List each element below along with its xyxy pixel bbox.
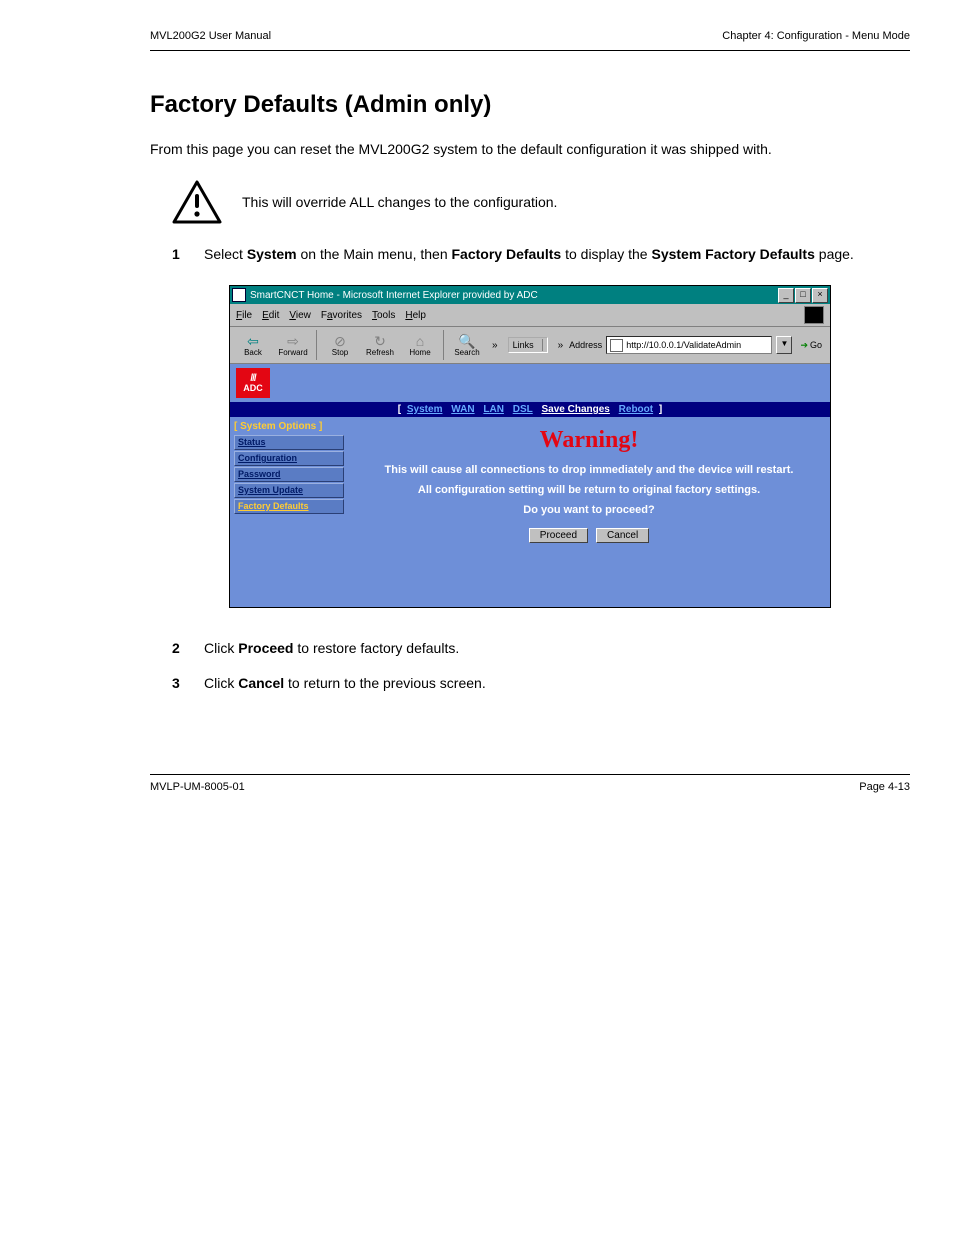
main-panel: Warning! This will cause all connections… [348,417,830,607]
menu-tools[interactable]: Tools [372,310,395,321]
section-title: Factory Defaults (Admin only) [150,91,910,119]
cancel-button[interactable]: Cancel [596,528,649,543]
go-button[interactable]: ➔ Go [796,340,826,351]
warning-heading: Warning! [362,427,816,454]
sidebar-item-status[interactable]: Status [238,437,266,447]
menu-view[interactable]: View [289,310,311,321]
footer-doc-id: MVLP-UM-8005-01 [150,781,245,793]
nav-save-changes[interactable]: Save Changes [542,404,610,415]
step-2: 2 Click Proceed to restore factory defau… [172,638,910,659]
screenshot: SmartCNCT Home - Microsoft Internet Expl… [229,285,831,608]
nav-lan[interactable]: LAN [483,404,504,415]
nav-system[interactable]: System [407,404,443,415]
toolbar-overflow-icon[interactable]: » [488,340,502,351]
step-text: page. [815,246,854,262]
menu-bar: FFileile Edit View Favorites Tools Help [236,310,426,321]
address-dropdown-icon[interactable]: ▼ [776,336,792,354]
header-right: Chapter 4: Configuration - Menu Mode [722,30,910,42]
menu-file[interactable]: FFileile [236,310,252,321]
step-text: on the Main menu, then [297,246,452,262]
close-button[interactable]: × [812,288,828,303]
toolbar: ⇦Back ⇨Forward ⊘Stop ↻Refresh ⌂Home 🔍Sea… [230,327,830,364]
header-rule [150,50,910,51]
refresh-button[interactable]: ↻Refresh [361,329,399,361]
sidebar: [ System Options ] Status Configuration … [230,417,348,607]
footer-rule [150,774,910,775]
links-bar[interactable]: Links [508,337,548,353]
step-number: 3 [172,673,186,694]
step-3: 3 Click Cancel to return to the previous… [172,673,910,694]
sidebar-item-system-update[interactable]: System Update [238,485,303,495]
ie-icon [232,288,246,302]
nav-dsl[interactable]: DSL [513,404,533,415]
maximize-button[interactable]: □ [795,288,811,303]
step-1: 1 Select System on the Main menu, then F… [172,244,910,265]
sidebar-item-factory-defaults[interactable]: Factory Defaults [238,501,309,511]
menu-favorites[interactable]: Favorites [321,310,362,321]
adc-logo: /// ADC [236,368,270,398]
sidebar-item-password[interactable]: Password [238,469,281,479]
window-titlebar: SmartCNCT Home - Microsoft Internet Expl… [230,286,830,304]
minimize-button[interactable]: _ [778,288,794,303]
forward-button[interactable]: ⇨Forward [274,329,312,361]
ie-brand-icon [804,306,824,324]
step-bold: Factory Defaults [452,246,562,262]
step-bold: System Factory Defaults [651,246,814,262]
step-text: to display the [561,246,651,262]
note-text: This will override ALL changes to the co… [242,194,557,210]
header-left: MVL200G2 User Manual [150,30,271,42]
step-text: Click [204,640,238,656]
nav-reboot[interactable]: Reboot [619,404,653,415]
menu-edit[interactable]: Edit [262,310,279,321]
caution-icon [172,180,222,224]
nav-wan[interactable]: WAN [451,404,474,415]
back-button[interactable]: ⇦Back [234,329,272,361]
links-overflow-icon[interactable]: » [554,340,568,351]
address-url: http://10.0.0.1/ValidateAdmin [626,340,741,350]
step-text: Select [204,246,247,262]
step-text: to restore factory defaults. [293,640,459,656]
step-number: 2 [172,638,186,659]
step-bold: Cancel [238,675,284,691]
proceed-button[interactable]: Proceed [529,528,588,543]
warning-line-1: This will cause all connections to drop … [362,464,816,476]
step-number: 1 [172,244,186,265]
footer-page-number: Page 4-13 [859,781,910,793]
sidebar-item-configuration[interactable]: Configuration [238,453,297,463]
stop-button[interactable]: ⊘Stop [321,329,359,361]
sidebar-heading: [ System Options ] [234,421,344,432]
window-title: SmartCNCT Home - Microsoft Internet Expl… [250,290,538,301]
intro-text: From this page you can reset the MVL200G… [150,139,910,160]
page-icon [610,339,623,352]
step-text: to return to the previous screen. [284,675,486,691]
step-text: Click [204,675,238,691]
top-nav: [ System WAN LAN DSL Save Changes Reboot… [230,402,830,417]
toolbar-separator [443,330,444,360]
menu-help[interactable]: Help [405,310,426,321]
toolbar-separator [316,330,317,360]
address-label: Address [569,340,602,350]
go-icon: ➔ [800,340,808,351]
step-bold: Proceed [238,640,293,656]
warning-line-3: Do you want to proceed? [362,504,816,516]
home-button[interactable]: ⌂Home [401,329,439,361]
warning-line-2: All configuration setting will be return… [362,484,816,496]
address-field[interactable]: http://10.0.0.1/ValidateAdmin [606,336,772,354]
step-bold: System [247,246,297,262]
search-button[interactable]: 🔍Search [448,329,486,361]
